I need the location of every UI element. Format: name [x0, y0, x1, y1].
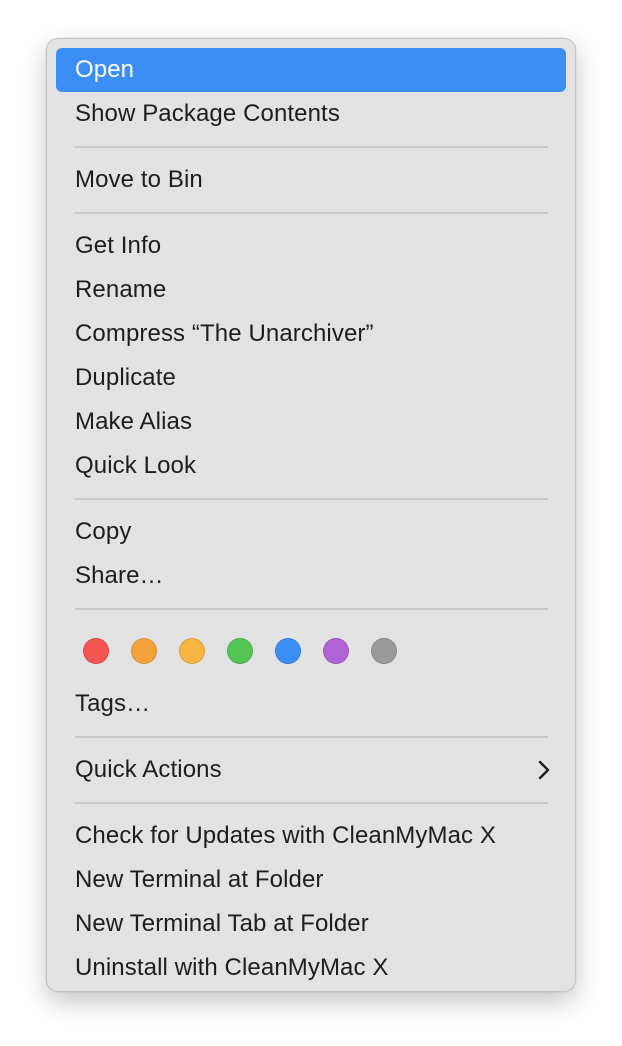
- menu-separator: [56, 792, 566, 814]
- menu-item-move-to-bin[interactable]: Move to Bin: [56, 158, 566, 202]
- menu-separator: [56, 136, 566, 158]
- menu-item-rename[interactable]: Rename: [56, 268, 566, 312]
- chevron-right-icon: [538, 748, 550, 792]
- tag-color-row: [56, 620, 566, 682]
- tag-green-icon[interactable]: [227, 638, 253, 664]
- menu-item-quick-look[interactable]: Quick Look: [56, 444, 566, 488]
- menu-item-quick-actions[interactable]: Quick Actions: [56, 748, 566, 792]
- menu-item-copy[interactable]: Copy: [56, 510, 566, 554]
- tag-gray-icon[interactable]: [371, 638, 397, 664]
- menu-separator: [56, 202, 566, 224]
- menu-item-compress[interactable]: Compress “The Unarchiver”: [56, 312, 566, 356]
- menu-item-uninstall-cleanmymac[interactable]: Uninstall with CleanMyMac X: [56, 946, 566, 990]
- menu-separator: [56, 598, 566, 620]
- tag-orange-icon[interactable]: [131, 638, 157, 664]
- menu-item-duplicate[interactable]: Duplicate: [56, 356, 566, 400]
- menu-separator: [56, 488, 566, 510]
- menu-separator: [56, 726, 566, 748]
- tag-purple-icon[interactable]: [323, 638, 349, 664]
- menu-item-check-updates-cleanmymac[interactable]: Check for Updates with CleanMyMac X: [56, 814, 566, 858]
- tag-yellow-icon[interactable]: [179, 638, 205, 664]
- menu-item-make-alias[interactable]: Make Alias: [56, 400, 566, 444]
- menu-item-get-info[interactable]: Get Info: [56, 224, 566, 268]
- context-menu: Open Show Package Contents Move to Bin G…: [46, 38, 576, 992]
- menu-item-new-terminal-tab-at-folder[interactable]: New Terminal Tab at Folder: [56, 902, 566, 946]
- menu-item-label: Quick Actions: [75, 756, 222, 783]
- menu-item-tags[interactable]: Tags…: [56, 682, 566, 726]
- menu-item-share[interactable]: Share…: [56, 554, 566, 598]
- menu-item-open[interactable]: Open: [56, 48, 566, 92]
- tag-red-icon[interactable]: [83, 638, 109, 664]
- tag-blue-icon[interactable]: [275, 638, 301, 664]
- menu-item-new-terminal-at-folder[interactable]: New Terminal at Folder: [56, 858, 566, 902]
- menu-item-show-package-contents[interactable]: Show Package Contents: [56, 92, 566, 136]
